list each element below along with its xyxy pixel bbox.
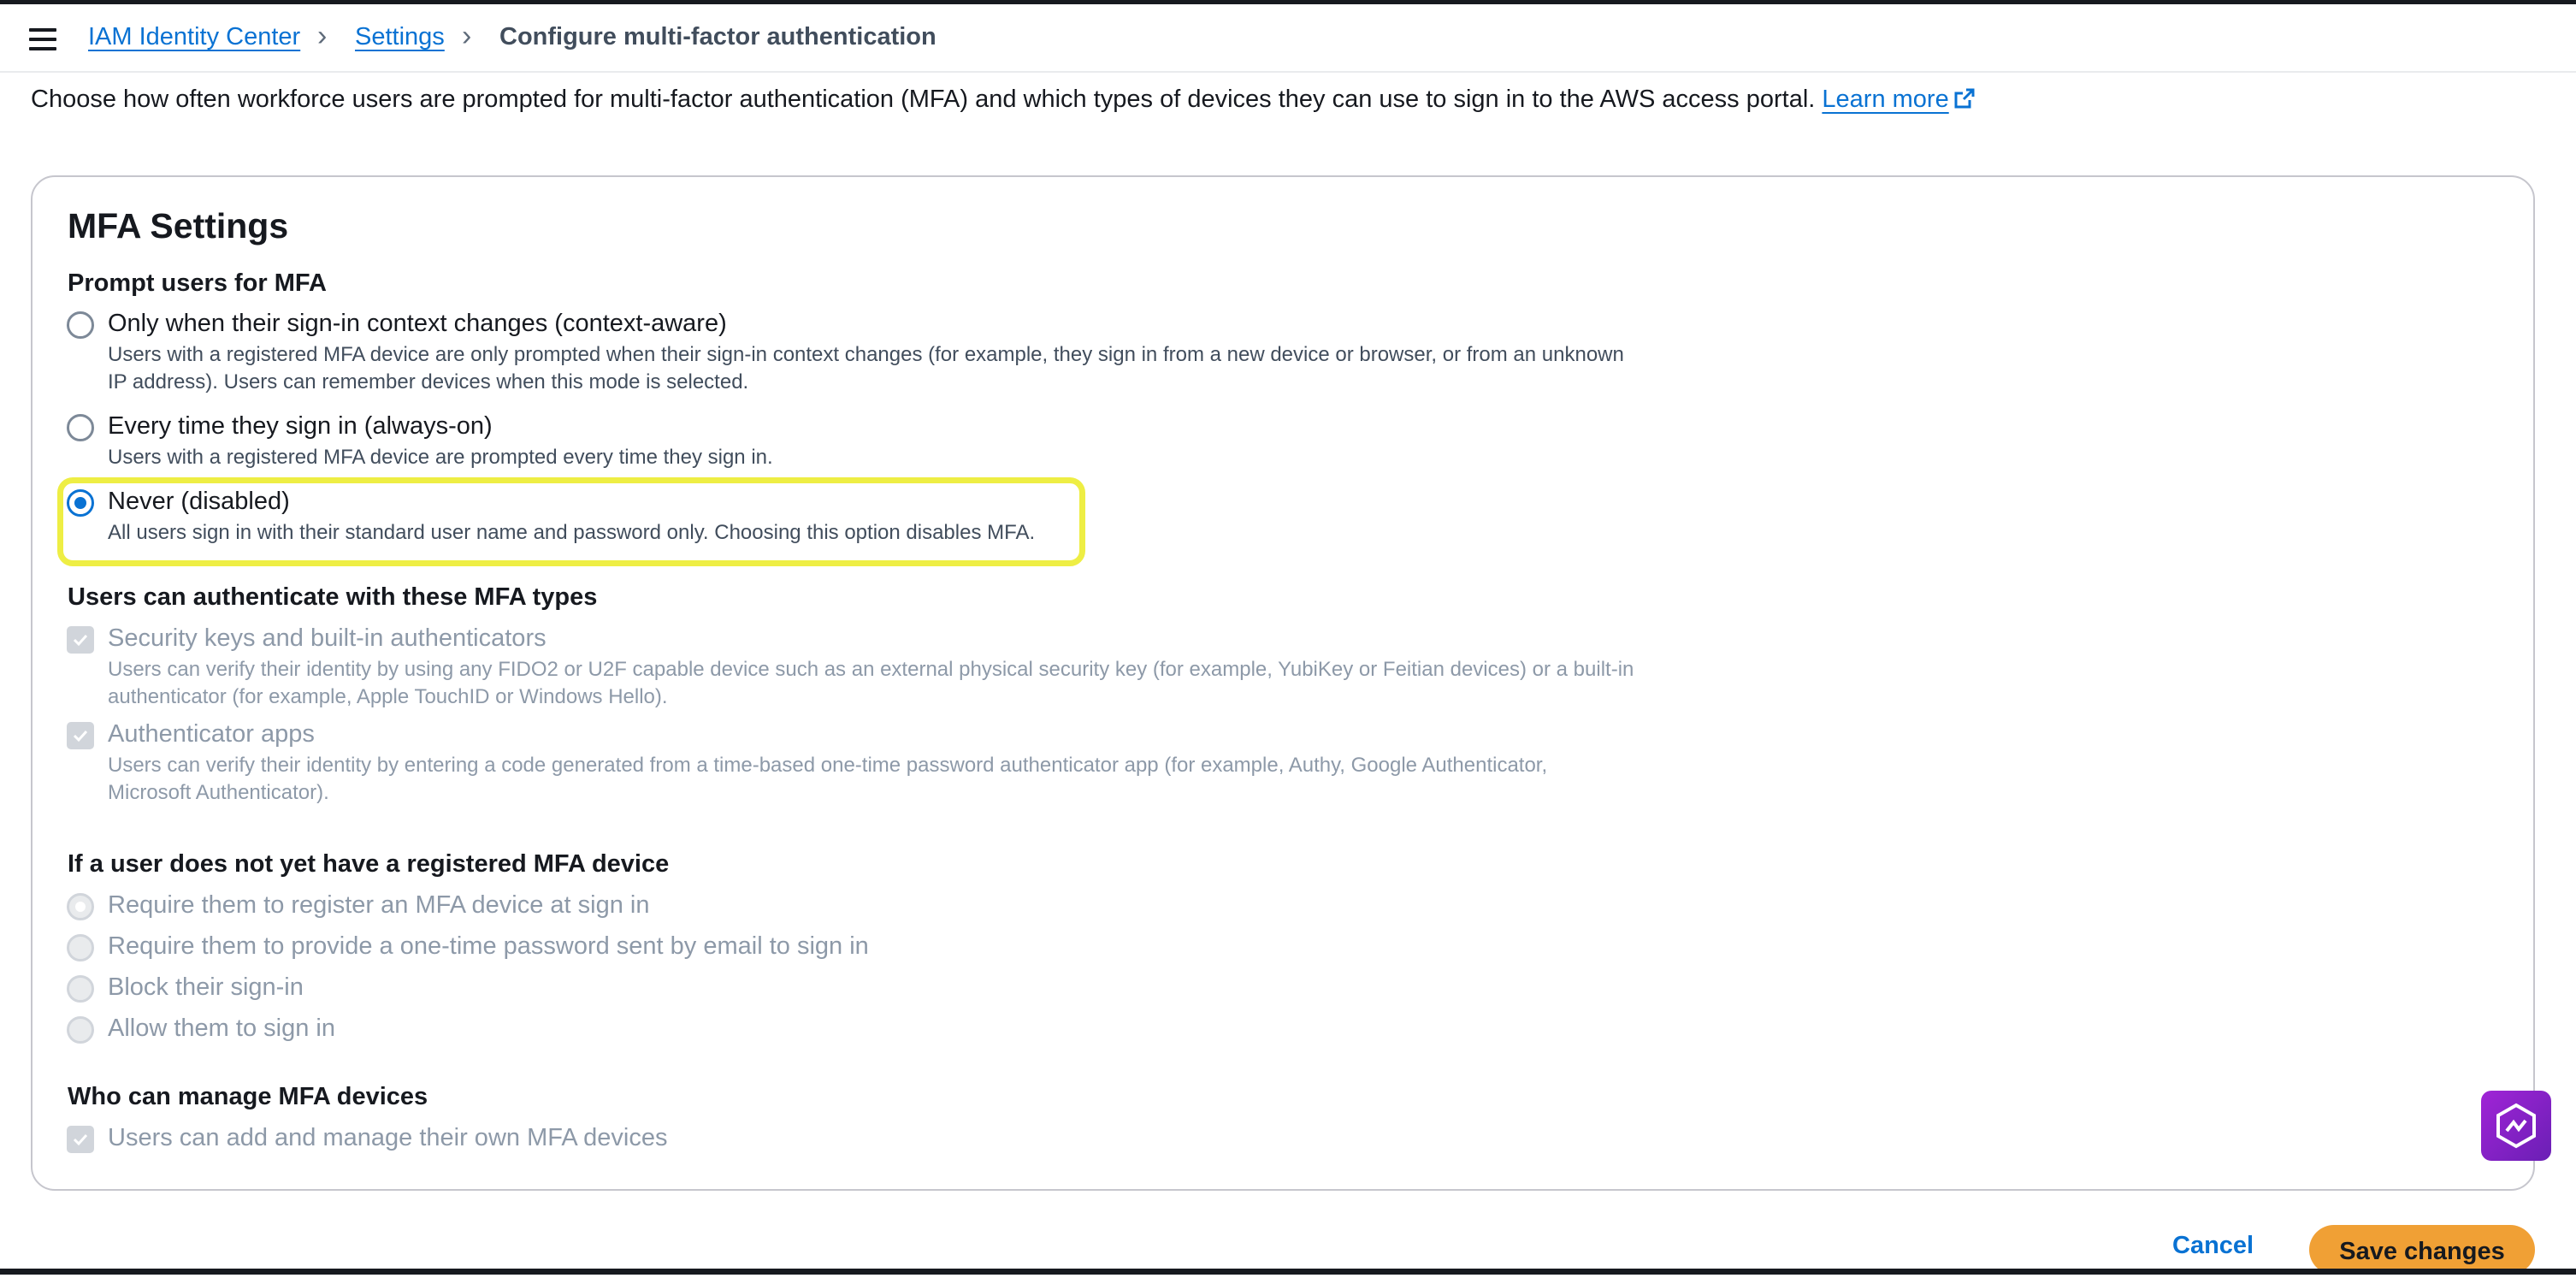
chevron-right-icon: › — [317, 20, 328, 52]
radio-require-register[interactable] — [67, 893, 94, 920]
option-authenticator-apps-label[interactable]: Authenticator apps — [108, 720, 315, 748]
checkmark-icon — [73, 634, 88, 647]
option-context-aware-description-line1: Users with a registered MFA device are o… — [108, 343, 1624, 366]
option-authenticator-apps-description-line1: Users can verify their identity by enter… — [108, 754, 1548, 777]
radio-always-on[interactable] — [67, 414, 94, 441]
manage-devices-section-label: Who can manage MFA devices — [68, 1083, 428, 1110]
no-device-section-label: If a user does not yet have a registered… — [68, 850, 670, 878]
assistant-logo-icon — [2496, 1103, 2536, 1149]
radio-email-otp[interactable] — [67, 934, 94, 961]
checkbox-security-keys[interactable] — [67, 626, 94, 654]
window-bottom-border — [0, 1269, 2576, 1275]
radio-allow-sign-in[interactable] — [67, 1016, 94, 1044]
save-changes-button[interactable]: Save changes — [2309, 1225, 2535, 1275]
option-authenticator-apps-description-line2: Microsoft Authenticator). — [108, 781, 329, 804]
option-email-otp-label[interactable]: Require them to provide a one-time passw… — [108, 932, 869, 961]
assistant-app-icon[interactable] — [2481, 1091, 2551, 1161]
card-title: MFA Settings — [68, 206, 289, 246]
highlight-box — [57, 477, 1085, 566]
prompt-users-section-label: Prompt users for MFA — [68, 269, 327, 297]
mfa-types-section-label: Users can authenticate with these MFA ty… — [68, 583, 598, 611]
breadcrumb-iam-identity-center[interactable]: IAM Identity Center — [88, 23, 300, 51]
option-block-sign-in-label[interactable]: Block their sign-in — [108, 973, 304, 1002]
radio-context-aware[interactable] — [67, 311, 94, 339]
breadcrumb-current-page: Configure multi-factor authentication — [499, 23, 936, 50]
hamburger-menu-icon[interactable] — [29, 28, 56, 50]
option-context-aware-label[interactable]: Only when their sign-in context changes … — [108, 310, 727, 338]
option-security-keys-label[interactable]: Security keys and built-in authenticator… — [108, 624, 547, 653]
option-require-register-label[interactable]: Require them to register an MFA device a… — [108, 891, 649, 920]
top-navigation-bar: IAM Identity Center › Settings › Configu… — [0, 4, 2576, 73]
option-security-keys-description-line2: authenticator (for example, Apple TouchI… — [108, 685, 668, 708]
mfa-settings-card: MFA Settings Prompt users for MFA Only w… — [31, 175, 2535, 1191]
option-context-aware-description-line2: IP address). Users can remember devices … — [108, 370, 749, 393]
option-always-on-label[interactable]: Every time they sign in (always-on) — [108, 412, 493, 441]
option-always-on-description: Users with a registered MFA device are p… — [108, 446, 773, 469]
radio-block-sign-in[interactable] — [67, 975, 94, 1003]
page-description: Choose how often workforce users are pro… — [31, 86, 1976, 114]
option-users-manage-devices-label[interactable]: Users can add and manage their own MFA d… — [108, 1124, 667, 1152]
checkbox-users-manage-devices[interactable] — [67, 1126, 94, 1153]
cancel-button[interactable]: Cancel — [2172, 1232, 2254, 1260]
external-link-icon — [1954, 88, 1975, 109]
page-description-text: Choose how often workforce users are pro… — [31, 86, 1816, 113]
checkmark-icon — [73, 730, 88, 743]
learn-more-label: Learn more — [1822, 86, 1949, 113]
checkmark-icon — [73, 1133, 88, 1146]
checkbox-authenticator-apps[interactable] — [67, 722, 94, 749]
breadcrumb-settings[interactable]: Settings — [355, 23, 445, 51]
option-security-keys-description-line1: Users can verify their identity by using… — [108, 658, 1634, 681]
chevron-right-icon: › — [462, 20, 472, 52]
option-allow-sign-in-label[interactable]: Allow them to sign in — [108, 1015, 335, 1043]
learn-more-link[interactable]: Learn more — [1822, 86, 1976, 113]
